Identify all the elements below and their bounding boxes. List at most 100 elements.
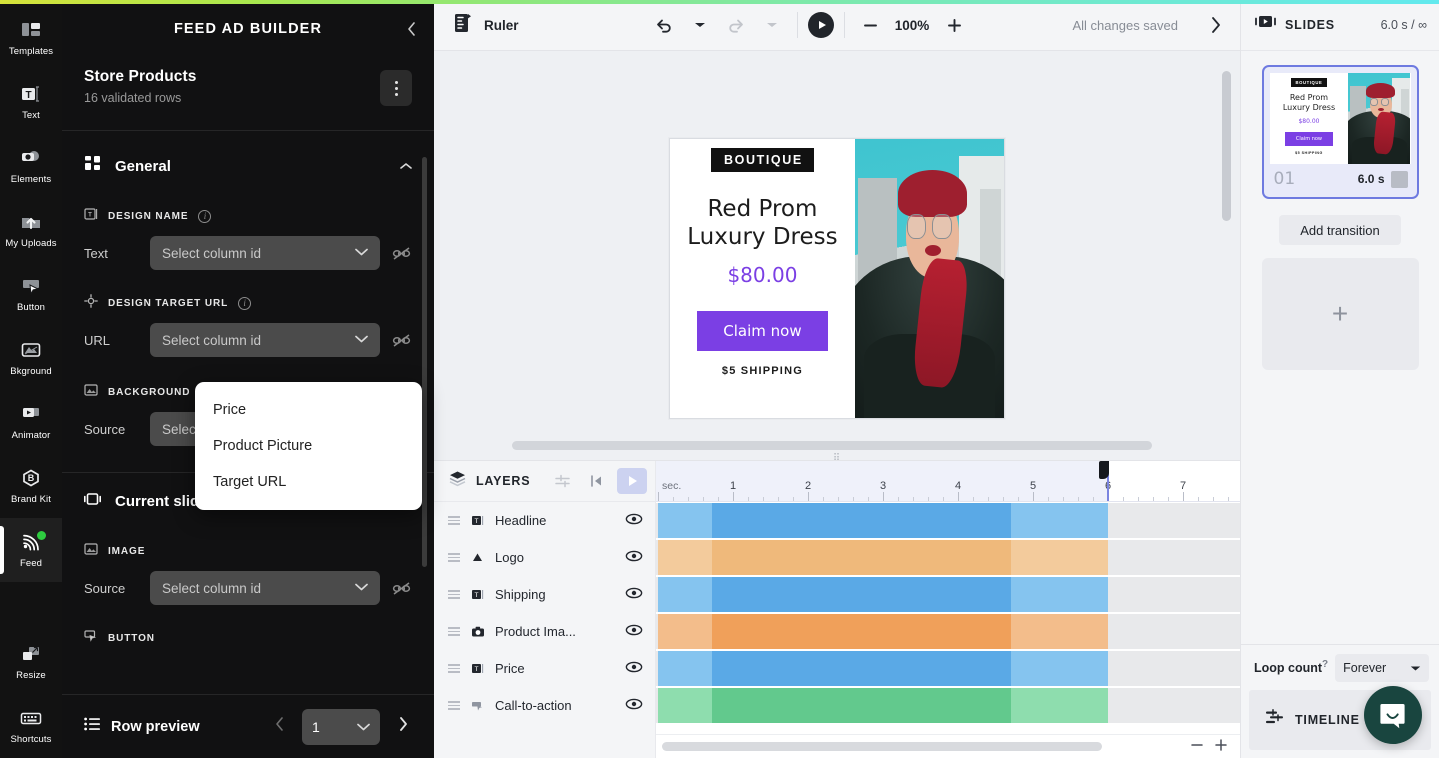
timeline-resize-handle[interactable]: ⠿ <box>824 453 850 460</box>
timeline-ruler[interactable]: sec. 1 2 3 4 5 6 7 <box>656 461 1240 502</box>
text-layer-icon: T <box>470 662 485 675</box>
align-icon[interactable] <box>551 469 575 493</box>
eye-icon[interactable] <box>625 623 643 641</box>
eye-icon[interactable] <box>625 586 643 604</box>
layer-name: Call-to-action <box>495 698 615 713</box>
sidebar-item-text[interactable]: T Text <box>0 70 62 134</box>
drag-handle-icon[interactable] <box>448 590 460 599</box>
add-slide-button[interactable]: + <box>1262 258 1419 370</box>
eye-icon[interactable] <box>625 549 643 567</box>
jump-to-start-icon[interactable] <box>584 469 608 493</box>
preview-play-button[interactable] <box>808 12 834 38</box>
sidebar-item-resize[interactable]: Resize <box>0 630 62 694</box>
layer-row[interactable]: T Shipping <box>434 576 655 613</box>
left-icon-rail: Templates T Text Elements My Uploads But… <box>0 0 62 758</box>
panel-collapse-button[interactable] <box>400 18 422 40</box>
field-row-label: Source <box>84 581 140 596</box>
layer-row[interactable]: Call-to-action <box>434 687 655 724</box>
unlink-icon[interactable] <box>390 333 412 348</box>
layer-row[interactable]: Logo <box>434 539 655 576</box>
redo-history-caret-down-icon[interactable] <box>757 10 787 40</box>
row-preview-next-button[interactable] <box>390 717 416 736</box>
drag-handle-icon[interactable] <box>448 516 460 525</box>
dropdown-option-product-picture[interactable]: Product Picture <box>195 428 422 464</box>
toolbar-divider <box>844 12 845 38</box>
info-icon[interactable]: i <box>198 210 211 223</box>
ad-design-canvas[interactable]: BOUTIQUE Red Prom Luxury Dress $80.00 Cl… <box>669 138 1005 419</box>
timeline-bar-core <box>712 577 1011 612</box>
loop-count-help-icon[interactable]: ? <box>1322 659 1328 670</box>
layer-row[interactable]: Product Ima... <box>434 613 655 650</box>
drag-handle-icon[interactable] <box>448 664 460 673</box>
ruler-minor-tick <box>673 497 674 501</box>
sidebar-item-my-uploads[interactable]: My Uploads <box>0 198 62 262</box>
canvas-horizontal-scrollbar[interactable] <box>512 441 1152 450</box>
timeline-bar-price[interactable] <box>658 651 1108 686</box>
layer-row[interactable]: T Headline <box>434 502 655 539</box>
add-transition-button[interactable]: Add transition <box>1279 215 1401 245</box>
eye-icon[interactable] <box>625 697 643 715</box>
sidebar-item-templates[interactable]: Templates <box>0 6 62 70</box>
undo-icon[interactable] <box>649 10 679 40</box>
design-target-url-select[interactable]: Select column id <box>150 323 380 357</box>
undo-redo-group <box>649 10 787 40</box>
row-preview-bar: Row preview 1 <box>62 694 434 758</box>
zoom-out-button[interactable] <box>855 10 885 40</box>
eye-icon[interactable] <box>625 512 643 530</box>
text-icon: T <box>19 84 43 106</box>
expand-panel-button[interactable] <box>1200 10 1230 40</box>
panel-scrollbar[interactable] <box>422 157 427 567</box>
slide-duration[interactable]: 6.0 s <box>1358 172 1385 186</box>
playhead-knob[interactable] <box>1099 461 1109 479</box>
unlink-icon[interactable] <box>390 246 412 261</box>
feed-options-button[interactable] <box>380 70 412 106</box>
info-icon[interactable]: i <box>238 297 251 310</box>
loop-count-select[interactable]: Forever <box>1335 654 1429 682</box>
sidebar-label: Bkground <box>10 366 51 377</box>
chat-bubble-icon[interactable] <box>1364 686 1422 744</box>
row-preview-select[interactable]: 1 <box>302 709 380 745</box>
timeline-bar-shipping[interactable] <box>658 577 1108 612</box>
slide-thumb-headline-line1: Red Prom <box>1290 93 1328 102</box>
timeline-icon <box>1265 709 1285 731</box>
slide-options-button[interactable] <box>1391 171 1408 188</box>
undo-history-caret-down-icon[interactable] <box>685 10 715 40</box>
slide-card-01[interactable]: BOUTIQUE Red Prom Luxury Dress $80.00 Cl… <box>1262 65 1419 199</box>
drag-handle-icon[interactable] <box>448 627 460 636</box>
redo-icon[interactable] <box>721 10 751 40</box>
loop-count-value: Forever <box>1343 661 1410 675</box>
section-header-general[interactable]: General <box>62 131 434 187</box>
dropdown-option-price[interactable]: Price <box>195 392 422 428</box>
layer-row[interactable]: T Price <box>434 650 655 687</box>
zoom-in-button[interactable] <box>939 10 969 40</box>
sidebar-item-animator[interactable]: Animator <box>0 390 62 454</box>
design-name-select[interactable]: Select column id <box>150 236 380 270</box>
canvas-vertical-scrollbar[interactable] <box>1222 71 1231 221</box>
sidebar-item-feed[interactable]: Feed <box>0 518 62 582</box>
sidebar-item-brand-kit[interactable]: B Brand Kit <box>0 454 62 518</box>
sidebar-item-elements[interactable]: Elements <box>0 134 62 198</box>
sidebar-item-shortcuts[interactable]: Shortcuts <box>0 694 62 758</box>
timeline-bar-headline[interactable] <box>658 503 1108 538</box>
timeline-playhead[interactable] <box>1107 461 1109 501</box>
sidebar-item-bkground[interactable]: Bkground <box>0 326 62 390</box>
text-layer-icon: T <box>470 588 485 601</box>
timeline-horizontal-scrollbar[interactable] <box>662 742 1102 751</box>
eye-icon[interactable] <box>625 660 643 678</box>
dropdown-option-target-url[interactable]: Target URL <box>195 464 422 500</box>
timeline-bar-logo[interactable] <box>658 540 1108 575</box>
timeline-play-button[interactable] <box>617 468 647 494</box>
ad-cta-button[interactable]: Claim now <box>697 311 827 351</box>
unlink-icon[interactable] <box>390 581 412 596</box>
toolbar-ruler-group[interactable]: Ruler <box>434 12 649 39</box>
timeline-bar-call-to-action[interactable] <box>658 688 1108 723</box>
image-source-select[interactable]: Select column id <box>150 571 380 605</box>
timeline-zoom-out-button[interactable] <box>1190 738 1204 755</box>
drag-handle-icon[interactable] <box>448 701 460 710</box>
timeline-zoom-in-button[interactable] <box>1214 738 1228 755</box>
sidebar-item-button[interactable]: Button <box>0 262 62 326</box>
drag-handle-icon[interactable] <box>448 553 460 562</box>
row-preview-prev-button[interactable] <box>266 717 292 736</box>
chevron-up-icon[interactable] <box>400 159 412 173</box>
timeline-bar-product-image[interactable] <box>658 614 1108 649</box>
